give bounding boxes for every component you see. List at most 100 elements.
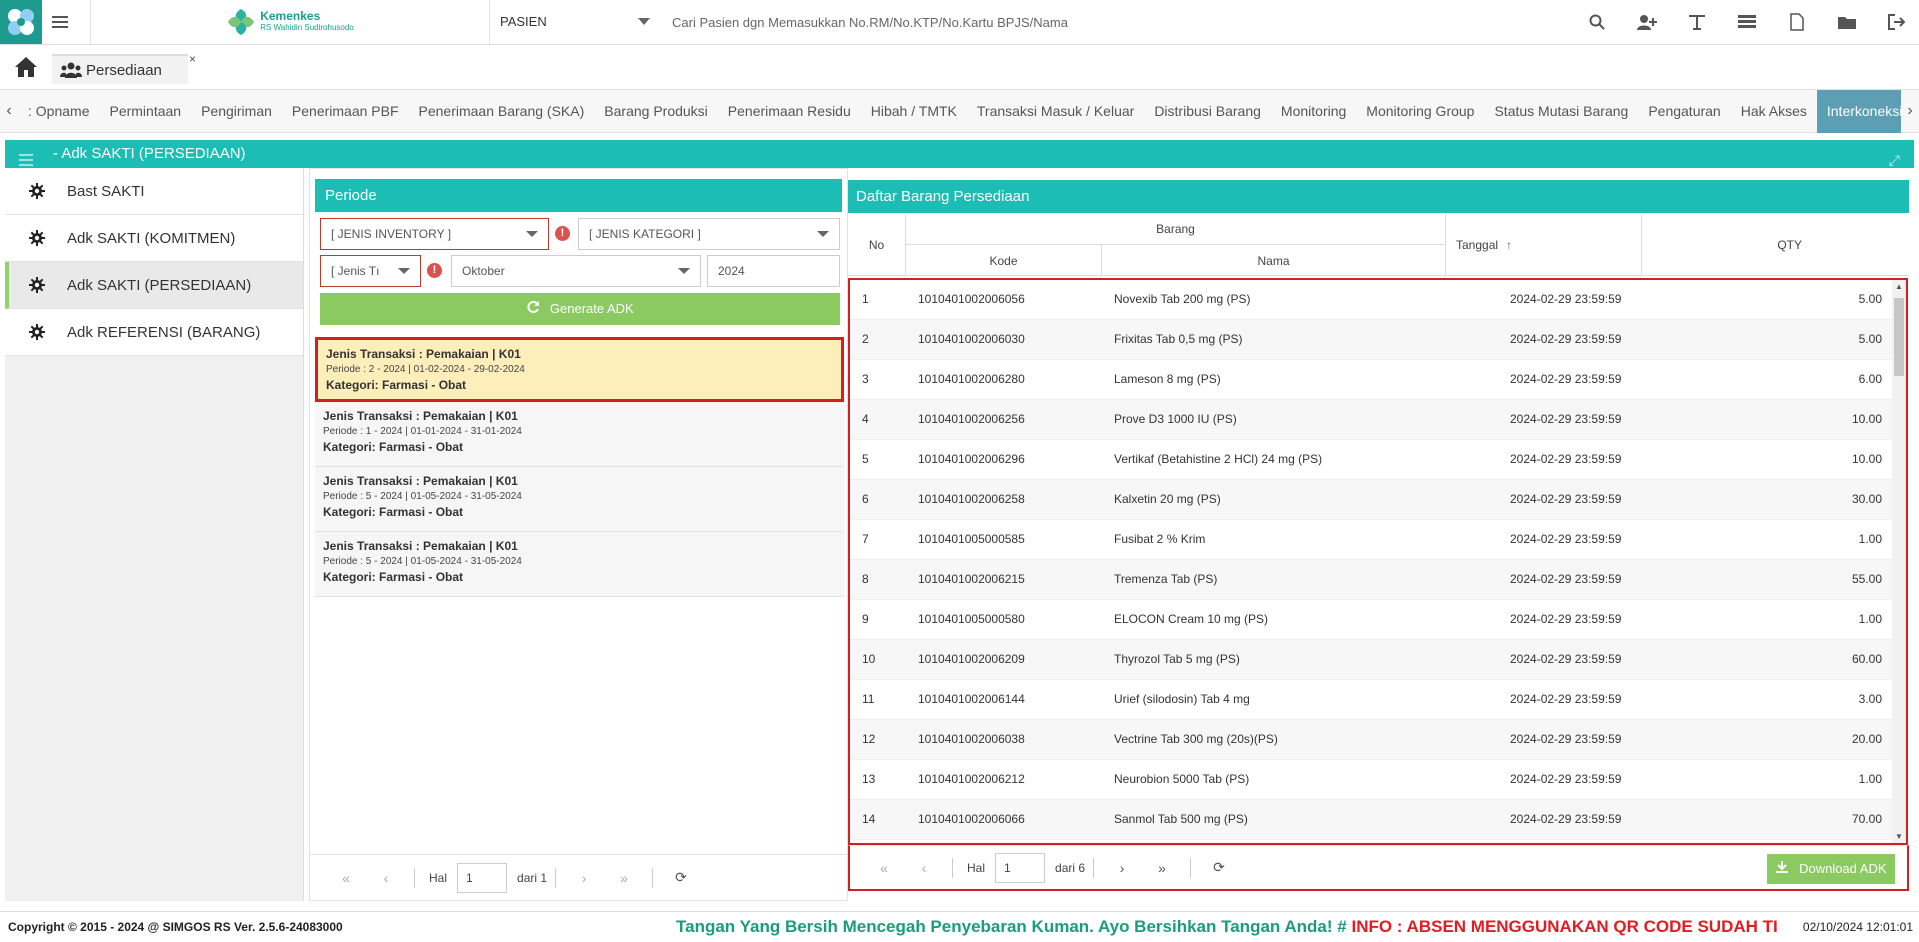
page-input[interactable]: 1 — [457, 862, 508, 893]
table-row[interactable]: 8 1010401002006215 Tremenza Tab (PS) 2024-0… — [850, 560, 1892, 600]
barang-header: Daftar Barang Persediaan — [848, 180, 1909, 213]
search-icon[interactable] — [1585, 10, 1609, 34]
cell-nama: Thyrozol Tab 5 mg (PS) — [1114, 652, 1240, 666]
menu-item-10[interactable]: Monitoring — [1271, 90, 1356, 133]
menu-item-12[interactable]: Status Mutasi Barang — [1484, 90, 1638, 133]
next-page-icon[interactable]: › — [564, 870, 604, 886]
col-nama: Nama — [1102, 245, 1446, 276]
divider — [652, 867, 654, 888]
table-row[interactable]: 1 1010401002006056 Novexib Tab 200 mg (PS)… — [850, 280, 1892, 320]
menu-item-9[interactable]: Distribusi Barang — [1144, 90, 1271, 133]
col-tanggal-label: Tanggal — [1456, 238, 1499, 252]
menu-item-2[interactable]: Pengiriman — [191, 90, 282, 133]
sidebar-item-label: Adk SAKTI (PERSEDIAAN) — [67, 276, 252, 294]
menu-item-14[interactable]: Hak Akses — [1731, 90, 1817, 133]
menu-item-11[interactable]: Monitoring Group — [1356, 90, 1484, 133]
jenis-transaksi-text: Jenis Transaksi : Pemakaian | K01 — [323, 409, 518, 423]
periode-range-text: Periode : 2 - 2024 | 01-02-2024 - 29-02-… — [326, 364, 525, 375]
col-tanggal[interactable]: Tanggal ↑ — [1446, 214, 1642, 276]
table-row[interactable]: 7 1010401005000585 Fusibat 2 % Krim 2024-02… — [850, 520, 1892, 560]
table-row[interactable]: 2 1010401002006030 Frixitas Tab 0,5 mg (PS… — [850, 320, 1892, 360]
prev-page-icon[interactable]: ‹ — [904, 860, 944, 876]
cell-nama: Lameson 8 mg (PS) — [1114, 372, 1221, 386]
scroll-up-icon[interactable]: ▲ — [1895, 282, 1903, 291]
sidebar-item-2[interactable]: Adk SAKTI (PERSEDIAAN) — [5, 262, 303, 309]
pdf-icon[interactable] — [1785, 10, 1809, 34]
periode-range-text: Periode : 5 - 2024 | 01-05-2024 - 31-05-… — [323, 491, 522, 502]
divider — [1190, 857, 1192, 878]
chevron-down-icon[interactable] — [638, 18, 650, 25]
table-row[interactable]: 13 1010401002006212 Neurobion 5000 Tab (PS… — [850, 760, 1892, 800]
jenis-transaksi-select[interactable]: [ Jenis Tı — [320, 255, 421, 287]
menu-item-5[interactable]: Barang Produksi — [594, 90, 718, 133]
cell-tanggal: 2024-02-29 23:59:59 — [1510, 532, 1622, 546]
cell-no: 9 — [862, 612, 869, 626]
bulan-select[interactable]: Oktober — [451, 255, 701, 287]
menu-item-15[interactable]: Interkoneksi SAKTI — [1816, 89, 1901, 133]
table-row[interactable]: 4 1010401002006256 Prove D3 1000 IU (PS) 20… — [850, 400, 1892, 440]
tab-persediaan[interactable]: Persediaan × — [52, 52, 196, 84]
tahun-input[interactable]: 2024 — [707, 255, 840, 287]
sidebar-item-3[interactable]: Adk REFERENSI (BARANG) — [5, 309, 303, 356]
generate-adk-button[interactable]: Generate ADK — [320, 293, 840, 325]
scrollbar[interactable]: ▲ ▼ — [1892, 280, 1906, 843]
text-icon[interactable] — [1685, 10, 1709, 34]
scroll-right-icon[interactable]: › — [1901, 102, 1919, 120]
refresh-icon[interactable]: ⟳ — [1199, 859, 1239, 876]
prev-page-icon[interactable]: ‹ — [366, 870, 406, 886]
sort-asc-icon[interactable]: ↑ — [1506, 238, 1512, 252]
module-menu-bar: ‹ : Opname Permintaan Pengiriman Penerimaan… — [0, 89, 1919, 133]
scroll-down-icon[interactable]: ▼ — [1895, 832, 1903, 841]
patient-type-select[interactable]: PASIEN — [500, 14, 547, 29]
periode-list-item[interactable]: Jenis Transaksi : Pemakaian | K01 Periode… — [315, 532, 844, 597]
table-row[interactable]: 6 1010401002006258 Kalxetin 20 mg (PS) 2024… — [850, 480, 1892, 520]
menu-item-13[interactable]: Pengaturan — [1638, 90, 1730, 133]
app-logo[interactable] — [0, 0, 42, 44]
cell-no: 2 — [862, 332, 869, 346]
cell-tanggal: 2024-02-29 23:59:59 — [1510, 572, 1622, 586]
table-row[interactable]: 11 1010401002006144 Urief (silodosin) Tab … — [850, 680, 1892, 720]
sidebar-item-0[interactable]: Bast SAKTI — [5, 168, 303, 215]
table-row[interactable]: 3 1010401002006280 Lameson 8 mg (PS) 2024-0… — [850, 360, 1892, 400]
menu-item-6[interactable]: Penerimaan Residu — [718, 90, 861, 133]
patient-search-input[interactable]: Cari Pasien dgn Memasukkan No.RM/No.KTP/… — [672, 15, 1068, 30]
menu-item-3[interactable]: Penerimaan PBF — [282, 90, 409, 133]
home-icon[interactable] — [14, 56, 38, 81]
last-page-icon[interactable]: » — [1142, 860, 1182, 876]
hamburger-menu-icon[interactable] — [50, 12, 76, 32]
menu-item-0[interactable]: : Opname — [18, 90, 99, 133]
next-page-icon[interactable]: › — [1102, 860, 1142, 876]
divider — [1093, 857, 1095, 878]
menu-item-4[interactable]: Penerimaan Barang (SKA) — [409, 90, 595, 133]
scrollbar-thumb[interactable] — [1894, 298, 1904, 376]
jenis-kategori-select[interactable]: [ JENIS KATEGORI ] — [578, 218, 840, 250]
logout-icon[interactable] — [1885, 10, 1909, 34]
menu-item-7[interactable]: Hibah / TMTK — [861, 90, 967, 133]
table-row[interactable]: 9 1010401005000580 ELOCON Cream 10 mg (PS)… — [850, 600, 1892, 640]
periode-list-item[interactable]: Jenis Transaksi : Pemakaian | K01 Periode… — [315, 467, 844, 532]
jenis-inventory-select[interactable]: [ JENIS INVENTORY ] — [320, 218, 549, 250]
list-icon[interactable] — [1735, 10, 1759, 34]
menu-item-1[interactable]: Permintaan — [99, 90, 191, 133]
folder-icon[interactable] — [1835, 10, 1859, 34]
table-row[interactable]: 14 1010401002006066 Sanmol Tab 500 mg (PS)… — [850, 800, 1892, 840]
scroll-left-icon[interactable]: ‹ — [0, 102, 18, 120]
periode-list-item[interactable]: Jenis Transaksi : Pemakaian | K01 Periode… — [315, 402, 844, 467]
page-input[interactable]: 1 — [995, 852, 1046, 883]
first-page-icon[interactable]: « — [326, 870, 366, 886]
table-row[interactable]: 12 1010401002006038 Vectrine Tab 300 mg (2… — [850, 720, 1892, 760]
download-adk-button[interactable]: Download ADK — [1767, 854, 1895, 884]
refresh-icon[interactable]: ⟳ — [661, 869, 701, 886]
sidebar-item-1[interactable]: Adk SAKTI (KOMITMEN) — [5, 215, 303, 262]
table-row[interactable]: 10 1010401002006209 Thyrozol Tab 5 mg (PS)… — [850, 640, 1892, 680]
table-row[interactable]: 5 1010401002006296 Vertikaf (Betahistine 2… — [850, 440, 1892, 480]
menu-item-8[interactable]: Transaksi Masuk / Keluar — [967, 90, 1144, 133]
add-user-icon[interactable] — [1635, 10, 1659, 34]
cell-qty: 1.00 — [1858, 532, 1882, 546]
close-tab-icon[interactable]: × — [189, 52, 196, 66]
cell-nama: Vertikaf (Betahistine 2 HCl) 24 mg (PS) — [1114, 452, 1323, 466]
first-page-icon[interactable]: « — [864, 860, 904, 876]
last-page-icon[interactable]: » — [604, 870, 644, 886]
periode-list-item[interactable]: Jenis Transaksi : Pemakaian | K01 Periode… — [315, 337, 844, 402]
divider — [555, 867, 557, 888]
